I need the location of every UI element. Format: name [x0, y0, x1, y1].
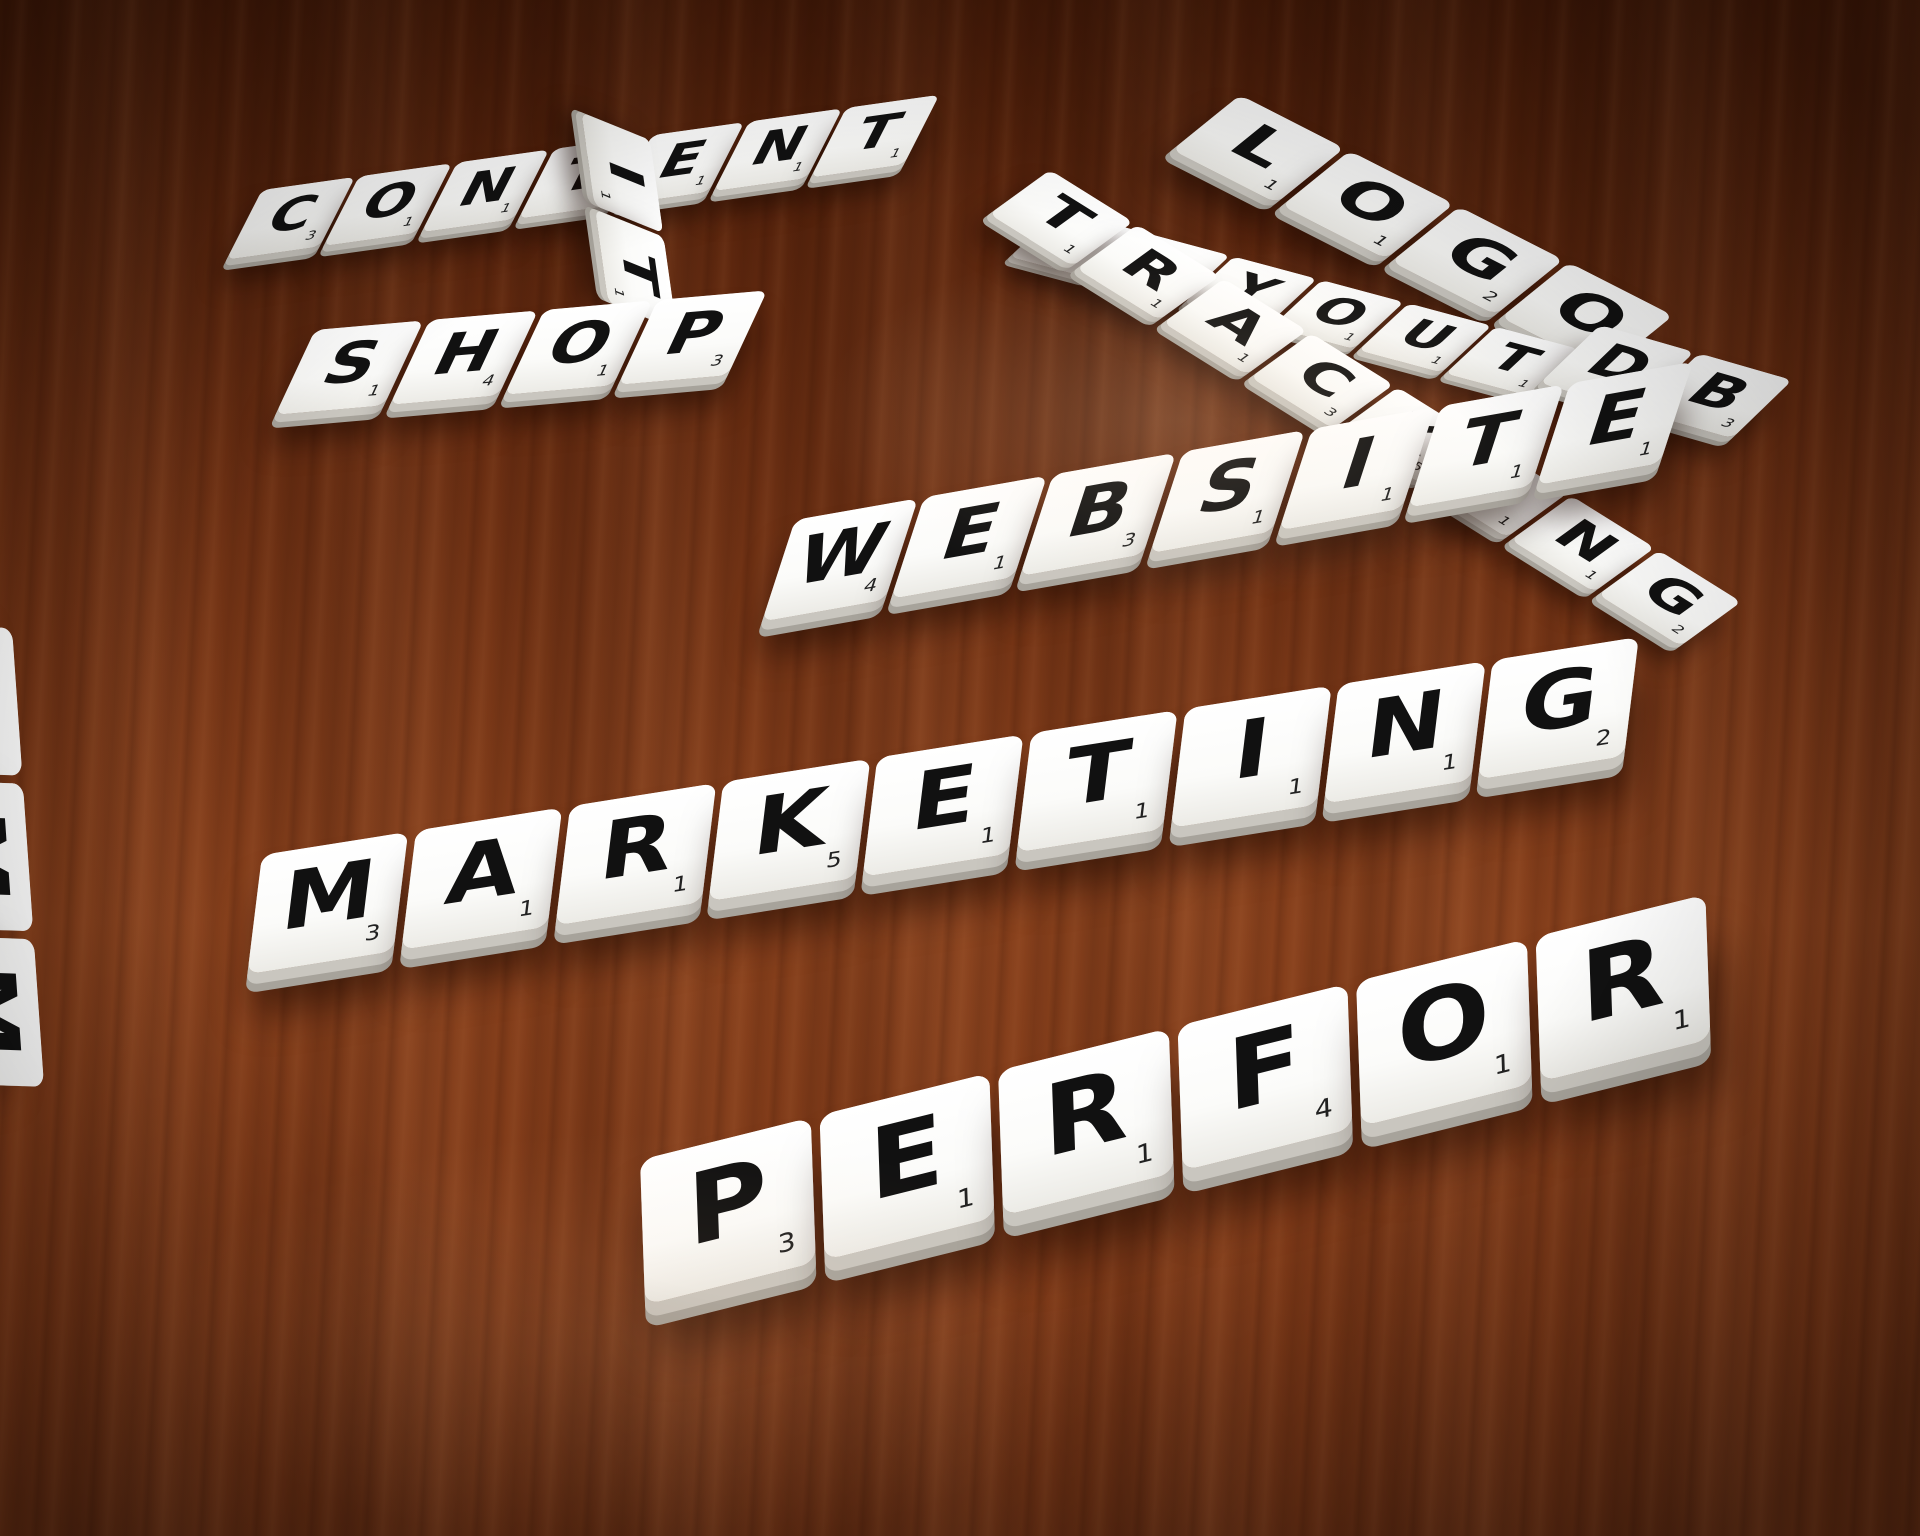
tile-points: 1	[978, 821, 998, 849]
tile-letter: I	[1228, 700, 1276, 800]
letter-tile: E1	[819, 1072, 995, 1260]
tile-letter: E	[1577, 372, 1657, 463]
tile-points: 3	[1320, 404, 1342, 420]
word-marketing: M3A1R1K5E1T1I1N1G2	[247, 636, 1646, 975]
tile-letter: W	[785, 506, 899, 602]
tile-points: 1	[1135, 1136, 1155, 1171]
letter-tile: C3	[226, 176, 355, 260]
letter-tile: T1	[1016, 709, 1178, 853]
letter-tile: K5	[708, 758, 870, 901]
letter-tile: I1	[1170, 685, 1332, 828]
tile-letter: N	[1360, 672, 1451, 779]
tile-letter: A	[440, 819, 525, 925]
tile-letter: S	[1187, 440, 1271, 531]
tile-letter: T	[1060, 722, 1136, 826]
tile-letter: M	[0, 806, 26, 905]
letter-tile: N1	[1324, 661, 1486, 804]
tile-points: 3	[777, 1225, 797, 1260]
tile-letter: E	[931, 486, 1011, 577]
tile-points: 1	[1258, 176, 1285, 194]
letter-tile: B3	[1020, 452, 1177, 577]
tile-points: 1	[1440, 748, 1459, 776]
tile-letter: S	[0, 664, 14, 736]
letter-tile: W4	[761, 498, 918, 623]
letter-tile: T1	[811, 94, 940, 178]
letter-tile: E1	[891, 475, 1048, 600]
letter-tile: P3	[640, 1117, 816, 1305]
letter-tile: G2	[1478, 636, 1640, 780]
letter-tile: A1	[401, 807, 563, 950]
tile-letter: G	[1515, 648, 1604, 754]
tile-points: 1	[956, 1181, 976, 1216]
tile-letter: M	[0, 962, 37, 1060]
letter-tile: O1	[323, 163, 453, 246]
letter-tile: N1	[713, 108, 842, 192]
letter-tile: F4	[1177, 983, 1353, 1171]
word-smm: S1M3M3	[0, 623, 45, 1094]
letter-tile: S1	[0, 623, 23, 776]
tile-points: 5	[824, 846, 844, 874]
word-shop: S1H4O1P3	[275, 290, 773, 415]
tile-points: 1	[1493, 513, 1516, 528]
letter-tile: M3	[0, 779, 34, 932]
tile-letter: I	[1330, 420, 1387, 506]
letter-tile: O1	[1356, 939, 1532, 1127]
wooden-table: L1O1G2O1 L1A1Y4O1U1T1 D2B3 C3O1N1T1E1N1T…	[0, 0, 1920, 1536]
tile-points: 1	[1233, 350, 1255, 366]
tile-points: 1	[1493, 1047, 1513, 1082]
letter-tile: M3	[0, 934, 45, 1087]
letter-tile: R1	[998, 1028, 1174, 1216]
tile-points: 1	[1059, 241, 1081, 257]
letter-tile: R1	[555, 783, 717, 926]
letter-tile: S1	[1149, 429, 1306, 554]
tile-points: 2	[1594, 724, 1613, 752]
tile-points: 1	[671, 870, 690, 898]
tile-points: 1	[1672, 1002, 1692, 1037]
tile-points: 1	[1146, 296, 1168, 311]
tile-letter: B	[1057, 463, 1144, 555]
word-perfor: P3E1R1F4O1R1	[640, 892, 1719, 1305]
tile-letter: R	[594, 795, 679, 900]
letter-tile: I1	[581, 112, 664, 233]
letter-tile: I1	[1278, 407, 1435, 531]
tile-points: 1	[1286, 773, 1306, 801]
tile-letter: E	[906, 746, 982, 851]
tile-points: 1	[1132, 797, 1152, 825]
tile-letter: G	[1627, 564, 1719, 627]
tile-points: 1	[517, 894, 536, 922]
letter-tile: R1	[1535, 894, 1711, 1082]
letter-tile: M3	[247, 831, 409, 975]
tile-letter: T	[1447, 395, 1528, 486]
tile-letter: M	[276, 842, 382, 951]
letter-tile: N1	[421, 149, 550, 233]
letter-tile: E1	[862, 734, 1024, 877]
tile-points: 3	[363, 919, 382, 947]
tile-points: 4	[1314, 1091, 1334, 1126]
tile-letter: K	[748, 770, 833, 876]
